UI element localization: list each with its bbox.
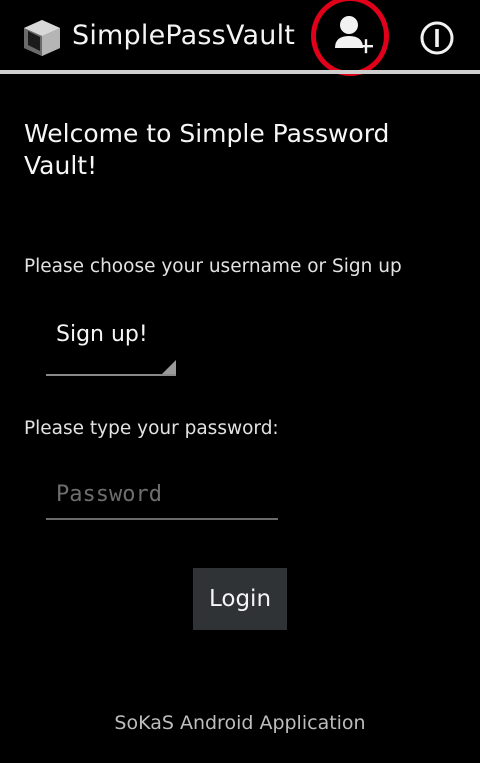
username-select-value: Sign up! xyxy=(56,322,148,347)
username-select[interactable]: Sign up! xyxy=(46,316,178,378)
footer-text: SoKaS Android Application xyxy=(114,712,366,734)
password-prompt: Please type your password: xyxy=(24,418,279,439)
login-button[interactable]: Login xyxy=(193,568,287,630)
info-icon xyxy=(419,21,455,60)
action-bar: SimplePassVault xyxy=(0,0,480,76)
info-button[interactable] xyxy=(419,20,455,56)
vault-box-icon xyxy=(22,18,62,58)
dropdown-corner-icon xyxy=(162,360,176,374)
welcome-heading: Welcome to Simple Password Vault! xyxy=(24,119,390,180)
add-user-button[interactable] xyxy=(311,0,393,80)
app-title: SimplePassVault xyxy=(72,20,296,51)
select-underline xyxy=(46,374,176,376)
password-input[interactable] xyxy=(46,474,278,520)
username-prompt: Please choose your username or Sign up xyxy=(24,256,402,277)
action-bar-divider xyxy=(0,70,480,74)
